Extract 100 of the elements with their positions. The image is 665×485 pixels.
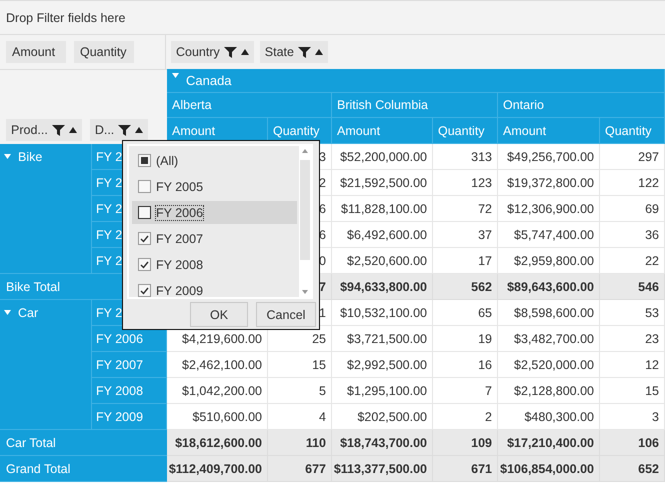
column-header: Quantity	[433, 118, 498, 144]
table-cell: $94,633,800.00	[332, 274, 433, 300]
table-cell: 15	[600, 378, 665, 404]
field-button[interactable]: Amount	[6, 41, 66, 63]
table-cell: $89,643,600.00	[498, 274, 600, 300]
field-button[interactable]: D...	[90, 119, 148, 141]
row-header: FY 2008	[92, 378, 167, 404]
table-cell: 23	[600, 326, 665, 352]
table-cell: $18,612,600.00	[167, 430, 268, 456]
checkmark-icon	[140, 286, 149, 294]
checkbox[interactable]	[138, 258, 151, 271]
checkbox[interactable]	[138, 154, 151, 167]
table-cell: $2,462,100.00	[167, 352, 268, 378]
table-cell: $52,200,000.00	[332, 144, 433, 170]
table-cell: 109	[433, 430, 498, 456]
sort-ascending-icon[interactable]	[68, 127, 77, 133]
caret-icon[interactable]	[4, 309, 11, 316]
table-cell: $21,592,500.00	[332, 170, 433, 196]
row-label: Car	[18, 306, 38, 320]
caret-icon[interactable]	[4, 153, 11, 160]
column-header: Amount	[332, 118, 433, 144]
sort-ascending-icon[interactable]	[135, 127, 144, 133]
table-cell: $2,128,800.00	[498, 378, 600, 404]
checkbox[interactable]	[138, 284, 151, 297]
checkbox[interactable]	[138, 180, 151, 193]
row-header: FY 2007	[92, 352, 167, 378]
table-cell: 677	[268, 456, 332, 482]
field-button[interactable]: Quantity	[74, 41, 134, 63]
row-header: FY 2006	[92, 326, 167, 352]
table-cell: $2,520,000.00	[498, 352, 600, 378]
table-cell: $3,721,500.00	[332, 326, 433, 352]
filter-icon[interactable]	[118, 124, 132, 136]
table-cell: 123	[433, 170, 498, 196]
filter-drop-area[interactable]: Drop Filter fields here	[0, 0, 665, 35]
total-label: Car Total	[0, 430, 167, 456]
table-cell: $5,747,400.00	[498, 222, 600, 248]
table-cell: 15	[268, 352, 332, 378]
table-cell: 53	[600, 300, 665, 326]
cancel-button[interactable]: Cancel	[256, 302, 316, 327]
table-cell: $112,409,700.00	[167, 456, 268, 482]
checkbox[interactable]	[138, 232, 151, 245]
table-cell: 546	[600, 274, 665, 300]
table-cell: $19,372,800.00	[498, 170, 600, 196]
column-header: Alberta	[167, 93, 332, 118]
list-item[interactable]: FY 2006	[132, 201, 297, 224]
table-cell: 652	[600, 456, 665, 482]
table-cell: 122	[600, 170, 665, 196]
table-cell: 72	[433, 196, 498, 222]
table-cell: $10,532,100.00	[332, 300, 433, 326]
table-cell: 5	[268, 378, 332, 404]
sort-ascending-icon[interactable]	[240, 49, 249, 55]
checkmark-icon	[140, 260, 149, 268]
field-button[interactable]: State	[260, 41, 328, 63]
ok-button[interactable]: OK	[190, 302, 248, 327]
table-cell: $49,256,700.00	[498, 144, 600, 170]
column-label: Canada	[186, 73, 232, 88]
filter-icon[interactable]	[52, 124, 65, 136]
table-cell: 37	[433, 222, 498, 248]
table-cell: 110	[268, 430, 332, 456]
row-label: Bike	[18, 150, 42, 164]
table-cell: $1,295,100.00	[332, 378, 433, 404]
column-header: Quantity	[600, 118, 665, 144]
table-cell: $3,482,700.00	[498, 326, 600, 352]
checkbox[interactable]	[138, 206, 151, 219]
table-cell: 16	[433, 352, 498, 378]
field-button[interactable]: Prod...	[6, 119, 82, 141]
scrollbar[interactable]	[299, 146, 311, 297]
filter-icon[interactable]	[298, 46, 311, 58]
column-header: Amount	[498, 118, 600, 144]
table-cell: $8,598,600.00	[498, 300, 600, 326]
table-cell: 36	[600, 222, 665, 248]
scroll-down-icon[interactable]	[302, 290, 308, 294]
table-cell: 19	[433, 326, 498, 352]
table-cell: 671	[433, 456, 498, 482]
table-cell: $1,042,200.00	[167, 378, 268, 404]
filter-icon[interactable]	[224, 46, 237, 58]
table-cell: 562	[433, 274, 498, 300]
table-cell: $11,828,100.00	[332, 196, 433, 222]
table-cell: $2,992,500.00	[332, 352, 433, 378]
row-header: FY 2009	[92, 404, 167, 430]
table-cell: 106	[600, 430, 665, 456]
column-header: Ontario	[498, 93, 665, 118]
caret-icon[interactable]	[172, 72, 179, 79]
total-label: Grand Total	[0, 456, 167, 482]
checkmark-icon	[140, 234, 149, 242]
table-cell: $6,492,600.00	[332, 222, 433, 248]
table-cell: $106,854,000.00	[498, 456, 600, 482]
table-cell: 12	[600, 352, 665, 378]
table-cell: 69	[600, 196, 665, 222]
table-cell: $18,743,700.00	[332, 430, 433, 456]
scroll-up-icon[interactable]	[302, 149, 308, 153]
table-cell: 7	[433, 378, 498, 404]
table-cell: 65	[433, 300, 498, 326]
table-cell: 297	[600, 144, 665, 170]
field-button[interactable]: Country	[171, 41, 254, 63]
table-cell: $12,306,900.00	[498, 196, 600, 222]
table-cell: $113,377,500.00	[332, 456, 433, 482]
table-cell: 313	[433, 144, 498, 170]
sort-ascending-icon[interactable]	[314, 49, 323, 55]
table-cell: $17,210,400.00	[498, 430, 600, 456]
